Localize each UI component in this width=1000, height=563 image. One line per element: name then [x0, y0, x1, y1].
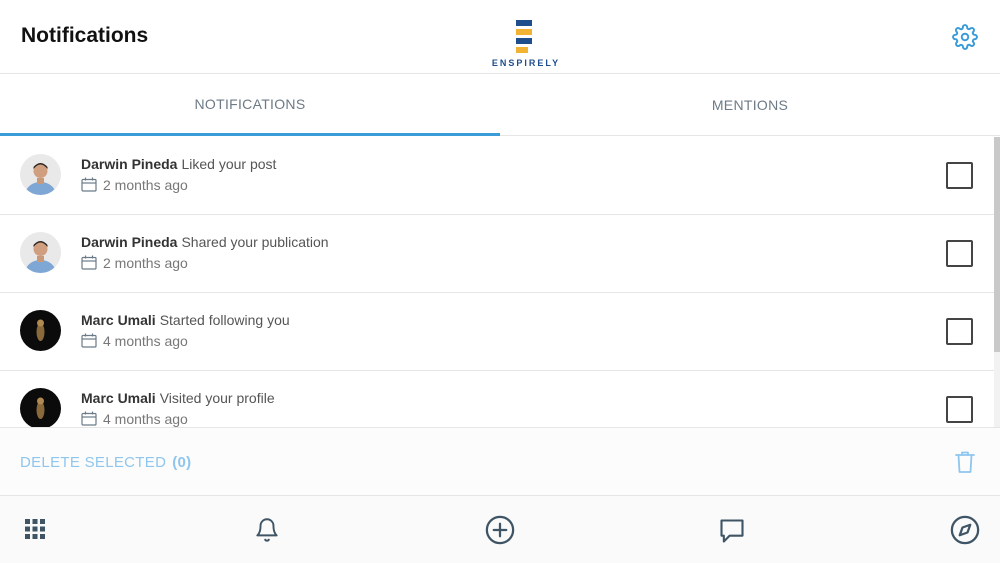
- avatar: [20, 388, 61, 427]
- notification-list: Darwin Pineda Liked your post 2 months ag…: [0, 137, 1000, 427]
- user-name: Marc Umali: [81, 312, 156, 328]
- user-name: Darwin Pineda: [81, 156, 178, 172]
- select-checkbox[interactable]: [946, 396, 973, 423]
- notification-text: Darwin Pineda Liked your post: [81, 156, 276, 172]
- notification-item[interactable]: Marc Umali Started following you 4 months…: [0, 293, 994, 371]
- chat-icon[interactable]: [718, 517, 746, 550]
- notification-text: Marc Umali Started following you: [81, 312, 290, 328]
- delete-selected-button[interactable]: DELETE SELECTED (0): [20, 454, 191, 471]
- delete-label: DELETE SELECTED: [20, 454, 167, 471]
- notification-action: Started following you: [159, 312, 290, 328]
- tab-notifications[interactable]: NOTIFICATIONS: [0, 74, 500, 136]
- notification-text: Darwin Pineda Shared your publication: [81, 234, 329, 250]
- notification-time: 2 months ago: [81, 255, 188, 273]
- action-bar: DELETE SELECTED (0): [0, 427, 1000, 496]
- notification-item[interactable]: Darwin Pineda Liked your post 2 months ag…: [0, 137, 994, 215]
- plus-circle-icon[interactable]: [485, 515, 515, 550]
- select-checkbox[interactable]: [946, 318, 973, 345]
- avatar: [20, 154, 61, 195]
- grid-icon[interactable]: [24, 518, 46, 545]
- list-scrollbar[interactable]: [994, 137, 1000, 427]
- select-checkbox[interactable]: [946, 162, 973, 189]
- app-header: Notifications ENSPIRELY: [0, 0, 1000, 74]
- time-ago: 2 months ago: [103, 255, 188, 271]
- scrollbar-thumb[interactable]: [994, 137, 1000, 352]
- logo-wordmark: ENSPIRELY: [491, 58, 561, 68]
- notification-item[interactable]: Marc Umali Visited your profile 4 months …: [0, 371, 994, 427]
- enspirely-logo: ENSPIRELY: [484, 18, 568, 70]
- notification-text: Marc Umali Visited your profile: [81, 390, 275, 406]
- user-name: Darwin Pineda: [81, 234, 178, 250]
- trash-icon[interactable]: [955, 451, 975, 478]
- page-title: Notifications: [21, 24, 149, 47]
- notification-time: 4 months ago: [81, 411, 188, 427]
- calendar-icon: [81, 411, 97, 427]
- notification-item[interactable]: Darwin Pineda Shared your publication 2 m…: [0, 215, 994, 293]
- notification-time: 2 months ago: [81, 177, 188, 195]
- tab-mentions[interactable]: MENTIONS: [500, 74, 1000, 136]
- notification-action: Liked your post: [181, 156, 277, 172]
- time-ago: 4 months ago: [103, 333, 188, 349]
- tab-bar: NOTIFICATIONS MENTIONS: [0, 74, 1000, 136]
- selected-count: (0): [172, 454, 192, 471]
- user-name: Marc Umali: [81, 390, 156, 406]
- time-ago: 2 months ago: [103, 177, 188, 193]
- notification-time: 4 months ago: [81, 333, 188, 351]
- avatar: [20, 232, 61, 273]
- select-checkbox[interactable]: [946, 240, 973, 267]
- calendar-icon: [81, 333, 97, 351]
- calendar-icon: [81, 177, 97, 195]
- notification-action: Shared your publication: [181, 234, 329, 250]
- notification-action: Visited your profile: [159, 390, 275, 406]
- bottom-nav: [0, 496, 1000, 563]
- time-ago: 4 months ago: [103, 411, 188, 427]
- avatar: [20, 310, 61, 351]
- gear-icon[interactable]: [952, 24, 978, 50]
- calendar-icon: [81, 255, 97, 273]
- bell-icon[interactable]: [254, 516, 280, 549]
- compass-icon[interactable]: [950, 515, 980, 550]
